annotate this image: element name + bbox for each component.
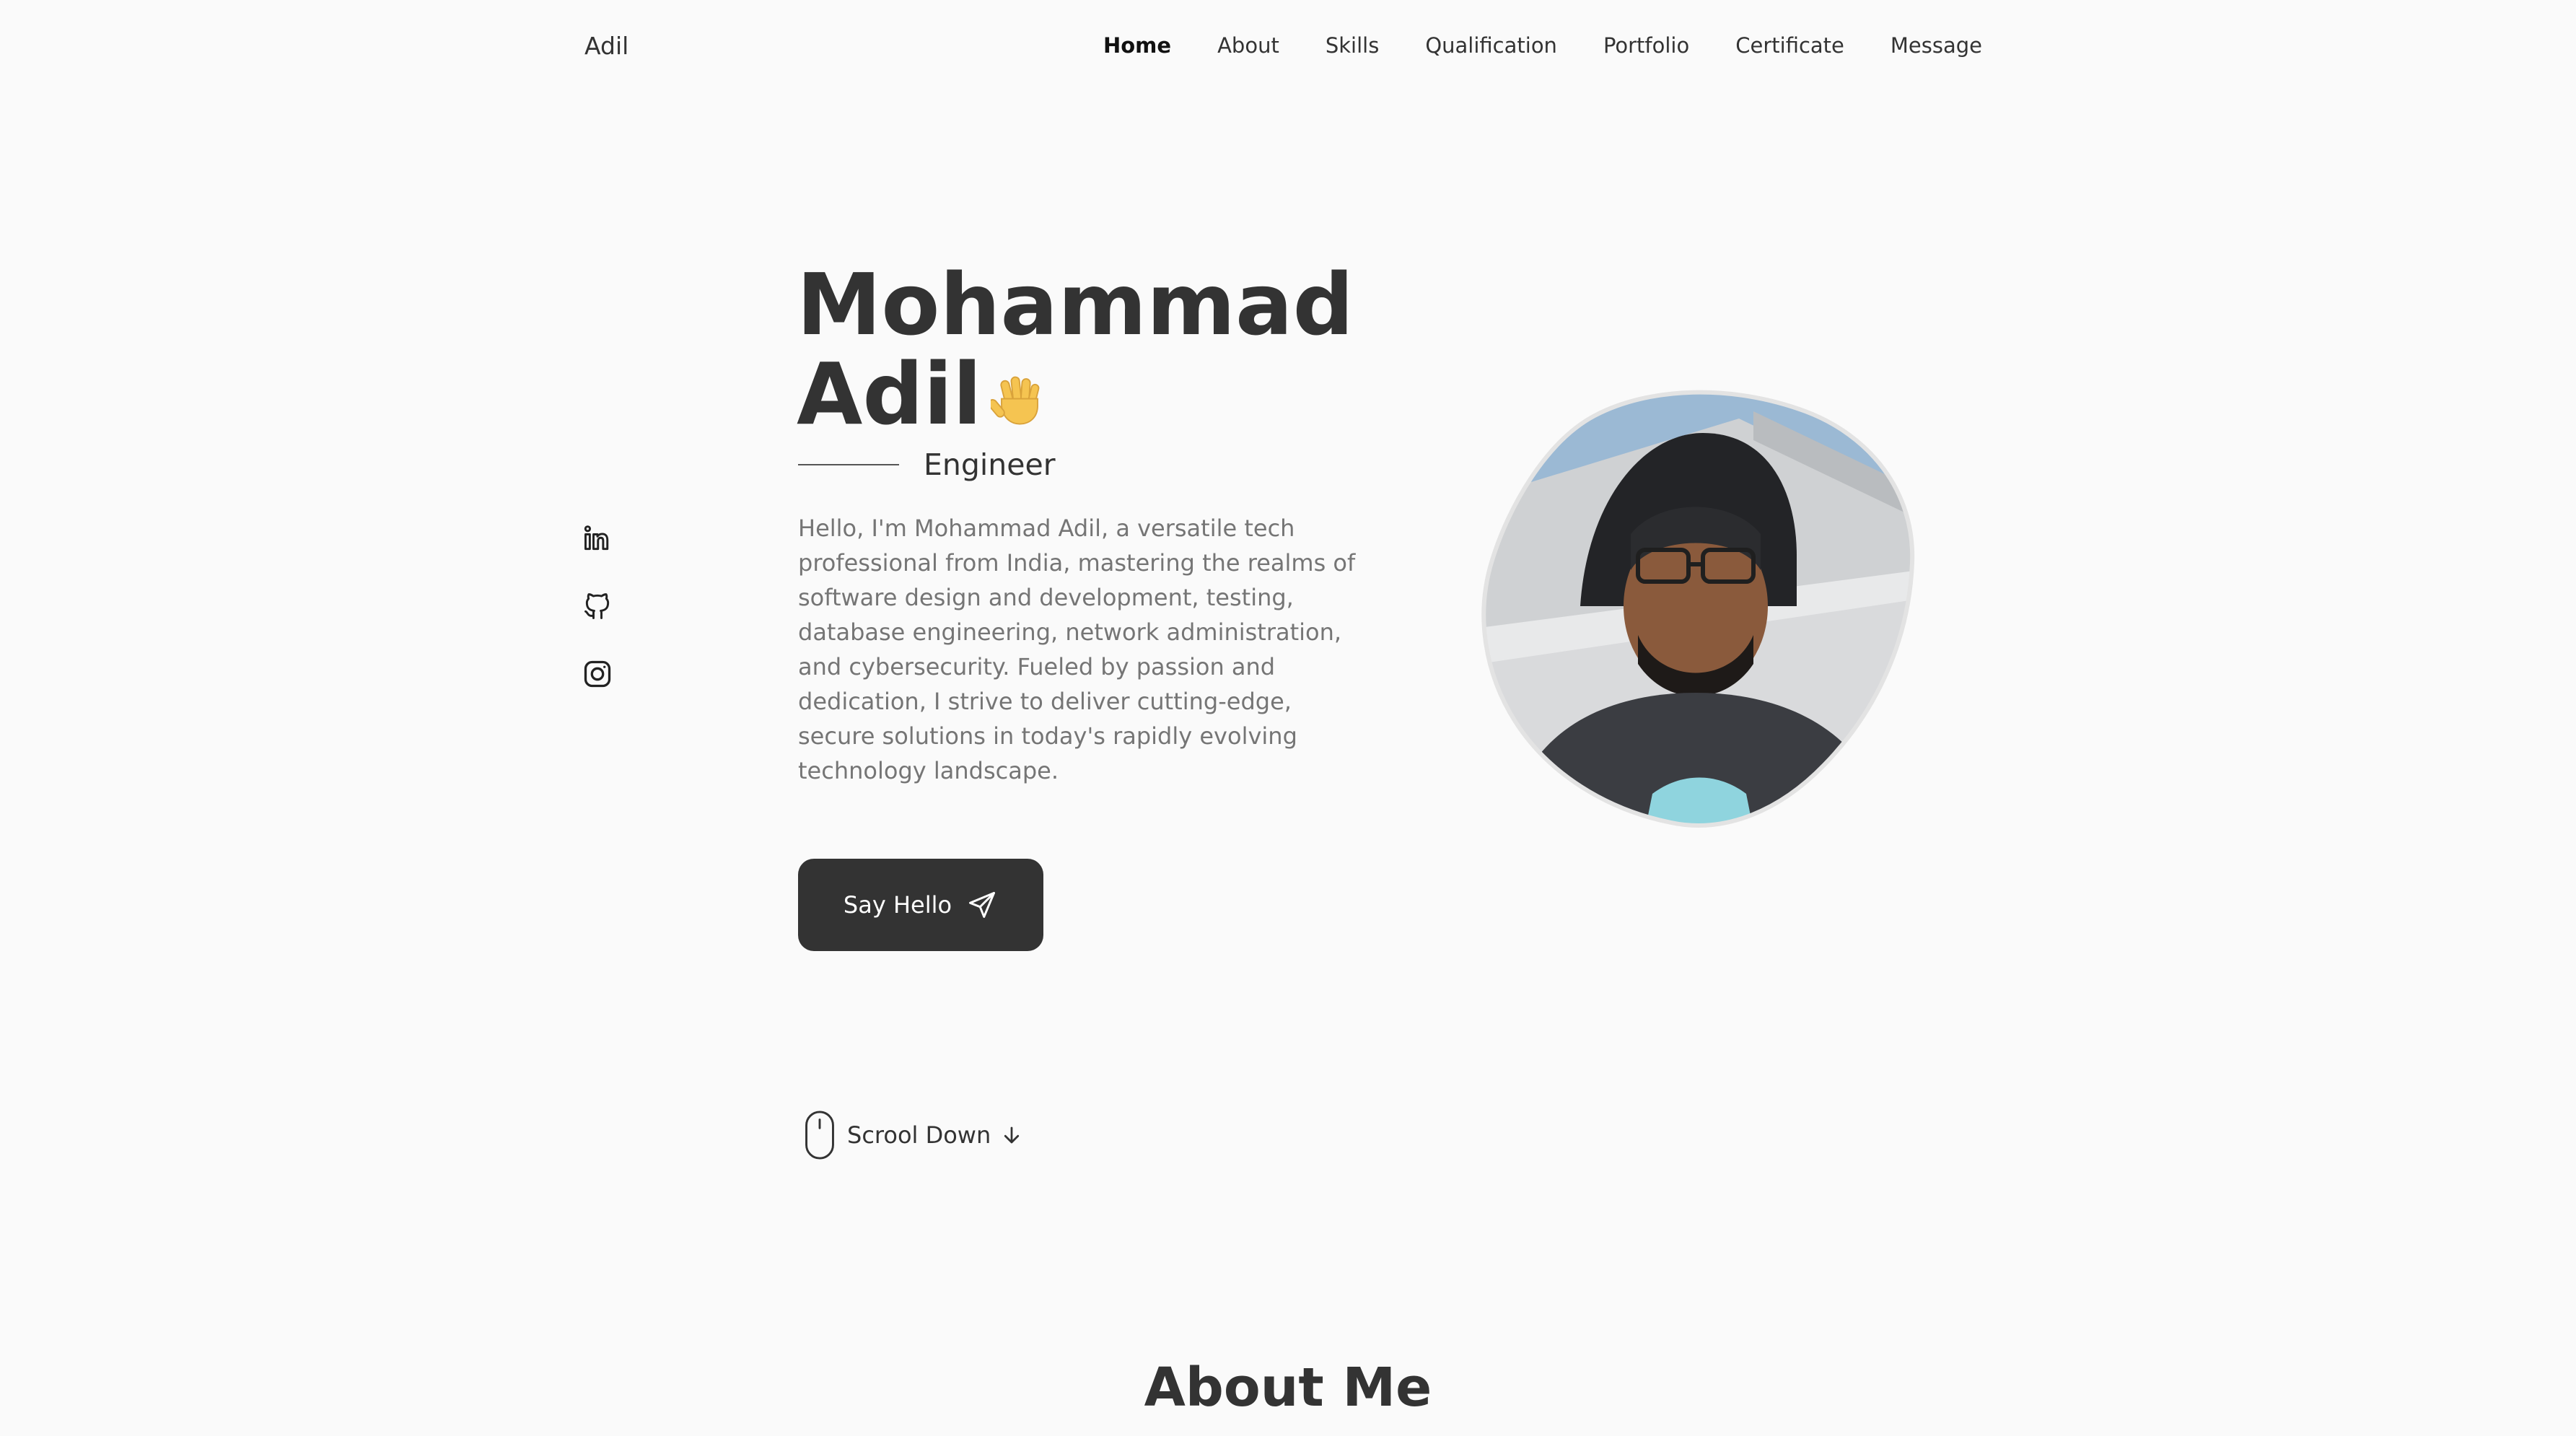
profile-photo bbox=[1481, 390, 1915, 828]
send-icon bbox=[969, 892, 996, 918]
scroll-down-label: Scrool Down bbox=[847, 1121, 991, 1149]
subtitle-divider bbox=[798, 464, 899, 465]
logo[interactable]: Adil bbox=[584, 32, 628, 60]
scroll-down-button[interactable]: Scrool Down bbox=[804, 1110, 1022, 1160]
nav-item-skills[interactable]: Skills bbox=[1326, 33, 1379, 58]
nav-item-home[interactable]: Home bbox=[1103, 33, 1171, 58]
hero-name-line2: Adil bbox=[797, 344, 982, 444]
nav-item-qualification[interactable]: Qualification bbox=[1425, 33, 1557, 58]
nav-menu: Home About Skills Qualification Portfoli… bbox=[1057, 33, 1982, 58]
mouse-icon bbox=[805, 1111, 834, 1160]
hero-description: Hello, I'm Mohammad Adil, a versatile te… bbox=[798, 515, 1356, 784]
about-section-title: About Me bbox=[1144, 1357, 1432, 1419]
nav-item-message[interactable]: Message bbox=[1891, 33, 1982, 58]
hero-name-line2-wrap: Adil bbox=[797, 349, 1388, 439]
say-hello-label: Say Hello bbox=[843, 891, 952, 919]
page: Adil Home About Skills Qualification Por… bbox=[0, 0, 2576, 1436]
linkedin-icon[interactable] bbox=[582, 522, 613, 554]
nav-item-certificate[interactable]: Certificate bbox=[1735, 33, 1844, 58]
social-links bbox=[582, 522, 613, 690]
hero-subtitle: Engineer bbox=[924, 447, 1056, 482]
arrow-down-icon bbox=[1004, 1126, 1020, 1144]
github-icon[interactable] bbox=[582, 590, 613, 622]
nav-item-about[interactable]: About bbox=[1217, 33, 1279, 58]
hero-name: Mohammad Adil bbox=[797, 260, 1388, 439]
hero-name-line1: Mohammad bbox=[797, 255, 1354, 354]
nav-item-portfolio[interactable]: Portfolio bbox=[1603, 33, 1689, 58]
header: Adil Home About Skills Qualification Por… bbox=[0, 0, 2576, 98]
instagram-icon[interactable] bbox=[582, 658, 613, 690]
waving-hand-icon bbox=[990, 376, 1040, 425]
say-hello-button[interactable]: Say Hello bbox=[798, 859, 1043, 951]
subtitle-wrap: Engineer bbox=[798, 447, 1056, 482]
